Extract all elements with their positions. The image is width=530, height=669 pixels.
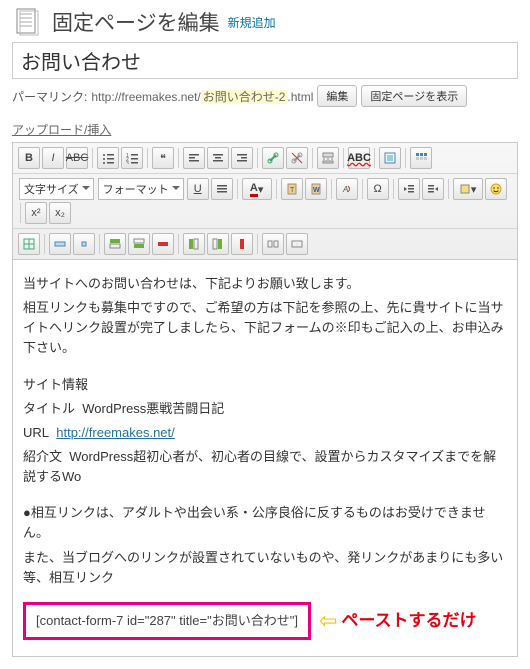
remove-format-button[interactable]: A [336, 178, 358, 200]
content-heading: サイト情報 [23, 375, 507, 395]
paste-word-button[interactable]: W [305, 178, 327, 200]
format-select[interactable]: フォーマット [98, 178, 184, 200]
svg-text:3: 3 [126, 161, 129, 164]
fullscreen-button[interactable] [379, 147, 401, 169]
col-before-button[interactable] [183, 233, 205, 255]
font-size-select[interactable]: 文字サイズ [19, 178, 94, 200]
charmap-button[interactable]: Ω [367, 178, 389, 200]
content-line: タイトル WordPress悪戦苦闘日記 [23, 399, 507, 419]
permalink-ext: .html [287, 90, 313, 104]
table-button[interactable] [18, 233, 40, 255]
ol-button[interactable]: 123 [121, 147, 143, 169]
page-title: 固定ページを編集 [52, 7, 220, 37]
svg-text:T: T [290, 187, 295, 194]
page-icon [12, 6, 44, 38]
arrow-left-icon: ⇦ [319, 610, 337, 632]
upload-insert-link[interactable]: アップロード/挿入 [12, 121, 111, 138]
svg-text:A: A [342, 185, 348, 194]
bold-button[interactable]: B [18, 147, 40, 169]
backcolor-button[interactable]: ▾ [453, 178, 483, 200]
editor-content[interactable]: 当サイトへのお問い合わせは、下記よりお願い致します。 相互リンクも募集中ですので… [12, 260, 518, 657]
permalink-row: パーマリンク: http://freemakes.net/お問い合わせ-2.ht… [12, 85, 518, 107]
align-left-button[interactable] [183, 147, 205, 169]
outdent-button[interactable] [398, 178, 420, 200]
align-justify-button[interactable] [211, 178, 233, 200]
merge-cells-button[interactable] [286, 233, 308, 255]
col-after-button[interactable] [207, 233, 229, 255]
emoticon-button[interactable] [485, 178, 507, 200]
permalink-slug[interactable]: お問い合わせ-2 [201, 90, 288, 104]
italic-button[interactable]: I [42, 147, 64, 169]
link-button[interactable] [262, 147, 284, 169]
indent-button[interactable] [422, 178, 444, 200]
view-page-button[interactable]: 固定ページを表示 [361, 85, 467, 107]
shortcode-callout: [contact-form-7 id="287" title="お問い合わせ"]… [23, 602, 507, 640]
permalink-url: http://freemakes.net/お問い合わせ-2.html [91, 88, 313, 105]
row-props-button[interactable] [49, 233, 71, 255]
edit-permalink-button[interactable]: 編集 [317, 85, 357, 107]
cell-props-button[interactable] [73, 233, 95, 255]
more-tag-button[interactable] [317, 147, 339, 169]
row-before-button[interactable] [104, 233, 126, 255]
blockquote-button[interactable]: ❝ [152, 147, 174, 169]
content-line: ●相互リンクは、アダルトや出会い系・公序良俗に反するものはお受けできません。 [23, 503, 507, 543]
strike-button[interactable]: ABC [66, 147, 88, 169]
callout-text: ペーストするだけ [341, 608, 476, 634]
editor-toolbar: B I ABC 123 ❝ ABC 文字サイズ フォーマ [12, 142, 518, 260]
shortcode-box: [contact-form-7 id="287" title="お問い合わせ"] [23, 602, 311, 640]
forecolor-button[interactable]: A ▾ [242, 178, 272, 200]
unlink-button[interactable] [286, 147, 308, 169]
site-url-link[interactable]: http://freemakes.net/ [56, 425, 175, 440]
content-line: また、当ブログへのリンクが設置されていないものや、発リンクがあまりにも多い等、相… [23, 548, 507, 588]
add-new-link[interactable]: 新規追加 [228, 14, 276, 31]
content-line: URL http://freemakes.net/ [23, 423, 507, 443]
content-line: 当サイトへのお問い合わせは、下記よりお願い致します。 [23, 274, 507, 294]
spellcheck-button[interactable]: ABC [348, 147, 370, 169]
row-delete-button[interactable] [152, 233, 174, 255]
kitchensink-button[interactable] [410, 147, 432, 169]
sup-button[interactable]: x² [25, 202, 47, 224]
content-line: 相互リンクも募集中ですので、ご希望の方は下記を参照の上、先に貴サイトに当サイトへ… [23, 298, 507, 358]
post-title-input[interactable] [12, 42, 518, 79]
underline-button[interactable]: U [187, 178, 209, 200]
row-after-button[interactable] [128, 233, 150, 255]
col-delete-button[interactable] [231, 233, 253, 255]
split-cells-button[interactable] [262, 233, 284, 255]
align-right-button[interactable] [231, 147, 253, 169]
content-line: 紹介文 WordPress超初心者が、初心者の目線で、設置からカスタマイズまでを… [23, 447, 507, 487]
svg-text:W: W [313, 187, 320, 194]
align-center-button[interactable] [207, 147, 229, 169]
page-header: 固定ページを編集 新規追加 [12, 6, 518, 38]
ul-button[interactable] [97, 147, 119, 169]
permalink-base: http://freemakes.net/ [91, 90, 200, 104]
sub-button[interactable]: x₂ [49, 202, 71, 224]
permalink-label: パーマリンク: [12, 88, 87, 105]
paste-text-button[interactable]: T [281, 178, 303, 200]
